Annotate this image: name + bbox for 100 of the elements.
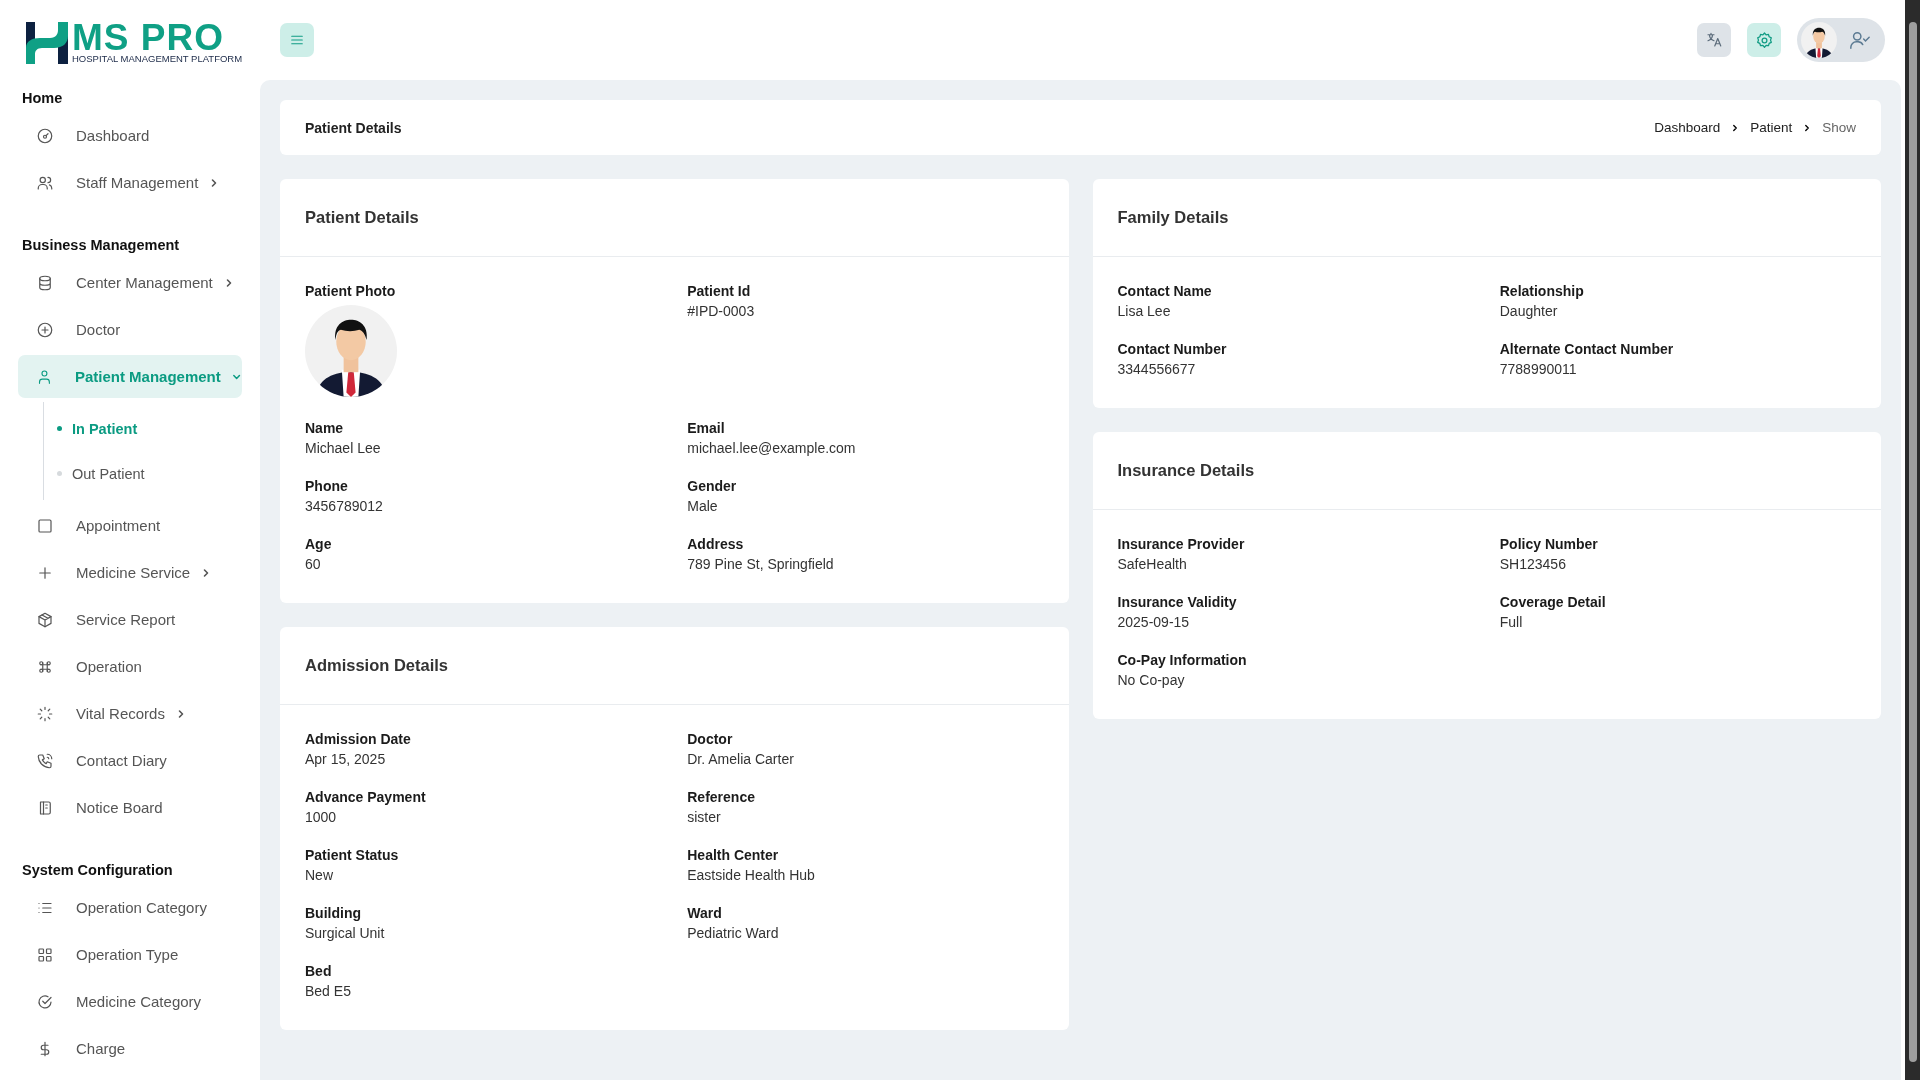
card-title: Family Details bbox=[1092, 179, 1881, 257]
field-label: Patient Id bbox=[687, 282, 752, 301]
field-label: Phone bbox=[305, 477, 349, 496]
field-value: 789 Pine St, Springfield bbox=[687, 555, 835, 574]
language-button[interactable] bbox=[1697, 23, 1731, 57]
user-check-icon bbox=[1849, 29, 1871, 51]
sidebar-item[interactable]: Operation Type bbox=[18, 933, 242, 976]
field-label: Insurance Validity bbox=[1117, 593, 1238, 612]
card-title: Admission Details bbox=[280, 627, 1069, 705]
field-value: Eastside Health Hub bbox=[687, 866, 816, 885]
field-value: Michael Lee bbox=[305, 439, 382, 458]
loader-icon bbox=[36, 704, 54, 723]
sidebar-item[interactable]: Medicine Service bbox=[18, 551, 242, 594]
logo-title: MS PRO bbox=[72, 23, 224, 53]
field-value: Bed E5 bbox=[305, 982, 352, 1001]
breadcrumb-link[interactable]: Dashboard bbox=[1654, 120, 1721, 135]
settings-button[interactable] bbox=[1747, 23, 1781, 57]
field-value: Dr. Amelia Carter bbox=[687, 750, 795, 769]
field-label: Alternate Contact Number bbox=[1499, 340, 1675, 359]
breadcrumb-link[interactable]: Show bbox=[1822, 120, 1856, 135]
section-heading: Business Management bbox=[21, 236, 181, 255]
sidebar-item[interactable]: Appointment bbox=[18, 504, 242, 547]
submenu-item[interactable]: Out Patient bbox=[44, 451, 260, 496]
settings-icon bbox=[1754, 30, 1774, 50]
field-value: Pediatric Ward bbox=[687, 924, 780, 943]
field-label: Name bbox=[305, 419, 345, 438]
page-title: Patient Details bbox=[305, 119, 402, 136]
sidebar-item[interactable]: Charge bbox=[18, 1027, 242, 1070]
logo-icon bbox=[26, 22, 70, 64]
section-heading: Home bbox=[21, 89, 64, 108]
field-value: Apr 15, 2025 bbox=[305, 750, 387, 769]
circle-check-icon bbox=[36, 992, 54, 1011]
sidebar-item[interactable]: Doctor bbox=[18, 308, 242, 351]
field-value: Surgical Unit bbox=[305, 924, 386, 943]
sidebar-item[interactable]: Medicine Category bbox=[18, 980, 242, 1023]
menu-button[interactable] bbox=[280, 23, 314, 57]
field-label: Insurance Provider bbox=[1117, 535, 1246, 554]
field-value: 2025-09-15 bbox=[1117, 613, 1191, 632]
sidebar-item[interactable]: Dashboard bbox=[18, 114, 242, 157]
field-label: Ward bbox=[687, 904, 723, 923]
field-label: Doctor bbox=[687, 730, 734, 749]
field-label: Age bbox=[305, 535, 333, 554]
field-label: Coverage Detail bbox=[1499, 593, 1607, 612]
breadcrumb-link[interactable]: Patient bbox=[1750, 120, 1793, 135]
field-label: Admission Date bbox=[305, 730, 412, 749]
field-label: Co-Pay Information bbox=[1117, 651, 1248, 670]
translate-icon bbox=[1705, 31, 1723, 49]
sidebar-item[interactable]: Notice Board bbox=[18, 786, 242, 829]
field-label: Health Center bbox=[687, 846, 780, 865]
field-value: SafeHealth bbox=[1117, 555, 1188, 574]
grid-icon bbox=[36, 945, 54, 964]
square-icon bbox=[36, 516, 54, 535]
field-value: Full bbox=[1499, 613, 1524, 632]
field-value: SH123456 bbox=[1499, 555, 1567, 574]
field-label: Advance Payment bbox=[305, 788, 427, 807]
field-label: Patient Status bbox=[305, 846, 400, 865]
field-value: 60 bbox=[305, 555, 322, 574]
profile-button[interactable] bbox=[1797, 18, 1885, 62]
sidebar-item[interactable]: Center Management bbox=[18, 261, 242, 304]
user-avatar bbox=[1801, 22, 1837, 58]
field-value: #IPD-0003 bbox=[687, 302, 756, 321]
field-label: Building bbox=[305, 904, 362, 923]
sidebar-item[interactable]: Staff Management bbox=[18, 161, 242, 204]
field-label: Reference bbox=[687, 788, 756, 807]
user-icon bbox=[36, 367, 53, 386]
field-value: Lisa Lee bbox=[1117, 302, 1172, 321]
logo-subtitle: HOSPITAL MANAGEMENT PLATFORM bbox=[72, 53, 243, 64]
field-value: Daughter bbox=[1499, 302, 1559, 321]
field-label: Address bbox=[687, 535, 745, 554]
database-icon bbox=[36, 273, 54, 292]
plus-circle-icon bbox=[36, 320, 54, 339]
cube-icon bbox=[36, 610, 54, 629]
gauge-icon bbox=[36, 126, 54, 145]
sidebar-item[interactable]: Contact Diary bbox=[18, 739, 242, 782]
sidebar-item[interactable]: Service Report bbox=[18, 598, 242, 641]
field-label: Contact Number bbox=[1117, 340, 1228, 359]
field-label: Contact Name bbox=[1117, 282, 1213, 301]
field-value: sister bbox=[687, 808, 722, 827]
field-label: Gender bbox=[687, 477, 738, 496]
phone-icon bbox=[36, 751, 54, 770]
card-title: Patient Details bbox=[280, 179, 1069, 257]
field-value: No Co-pay bbox=[1117, 671, 1186, 690]
sidebar-item[interactable]: Operation bbox=[18, 645, 242, 688]
field-label: Relationship bbox=[1499, 282, 1585, 301]
field-value: 3344556677 bbox=[1117, 360, 1197, 379]
card-title: Insurance Details bbox=[1092, 432, 1881, 510]
field-value: michael.lee@example.com bbox=[687, 439, 857, 458]
field-label: Email bbox=[687, 419, 726, 438]
sidebar-item[interactable]: Operation Category bbox=[18, 886, 242, 929]
field-value: New bbox=[305, 866, 334, 885]
field-value: 3456789012 bbox=[305, 497, 384, 516]
field-value: 7788990011 bbox=[1499, 360, 1578, 379]
field-value: 1000 bbox=[305, 808, 338, 827]
scrollbar[interactable] bbox=[1905, 0, 1920, 1080]
section-heading: System Configuration bbox=[21, 861, 174, 880]
field-label: Bed bbox=[305, 962, 333, 981]
field-label: Policy Number bbox=[1499, 535, 1599, 554]
sidebar-item[interactable]: Vital Records bbox=[18, 692, 242, 735]
field-value: Male bbox=[687, 497, 719, 516]
field-label: Patient Photo bbox=[305, 282, 397, 301]
